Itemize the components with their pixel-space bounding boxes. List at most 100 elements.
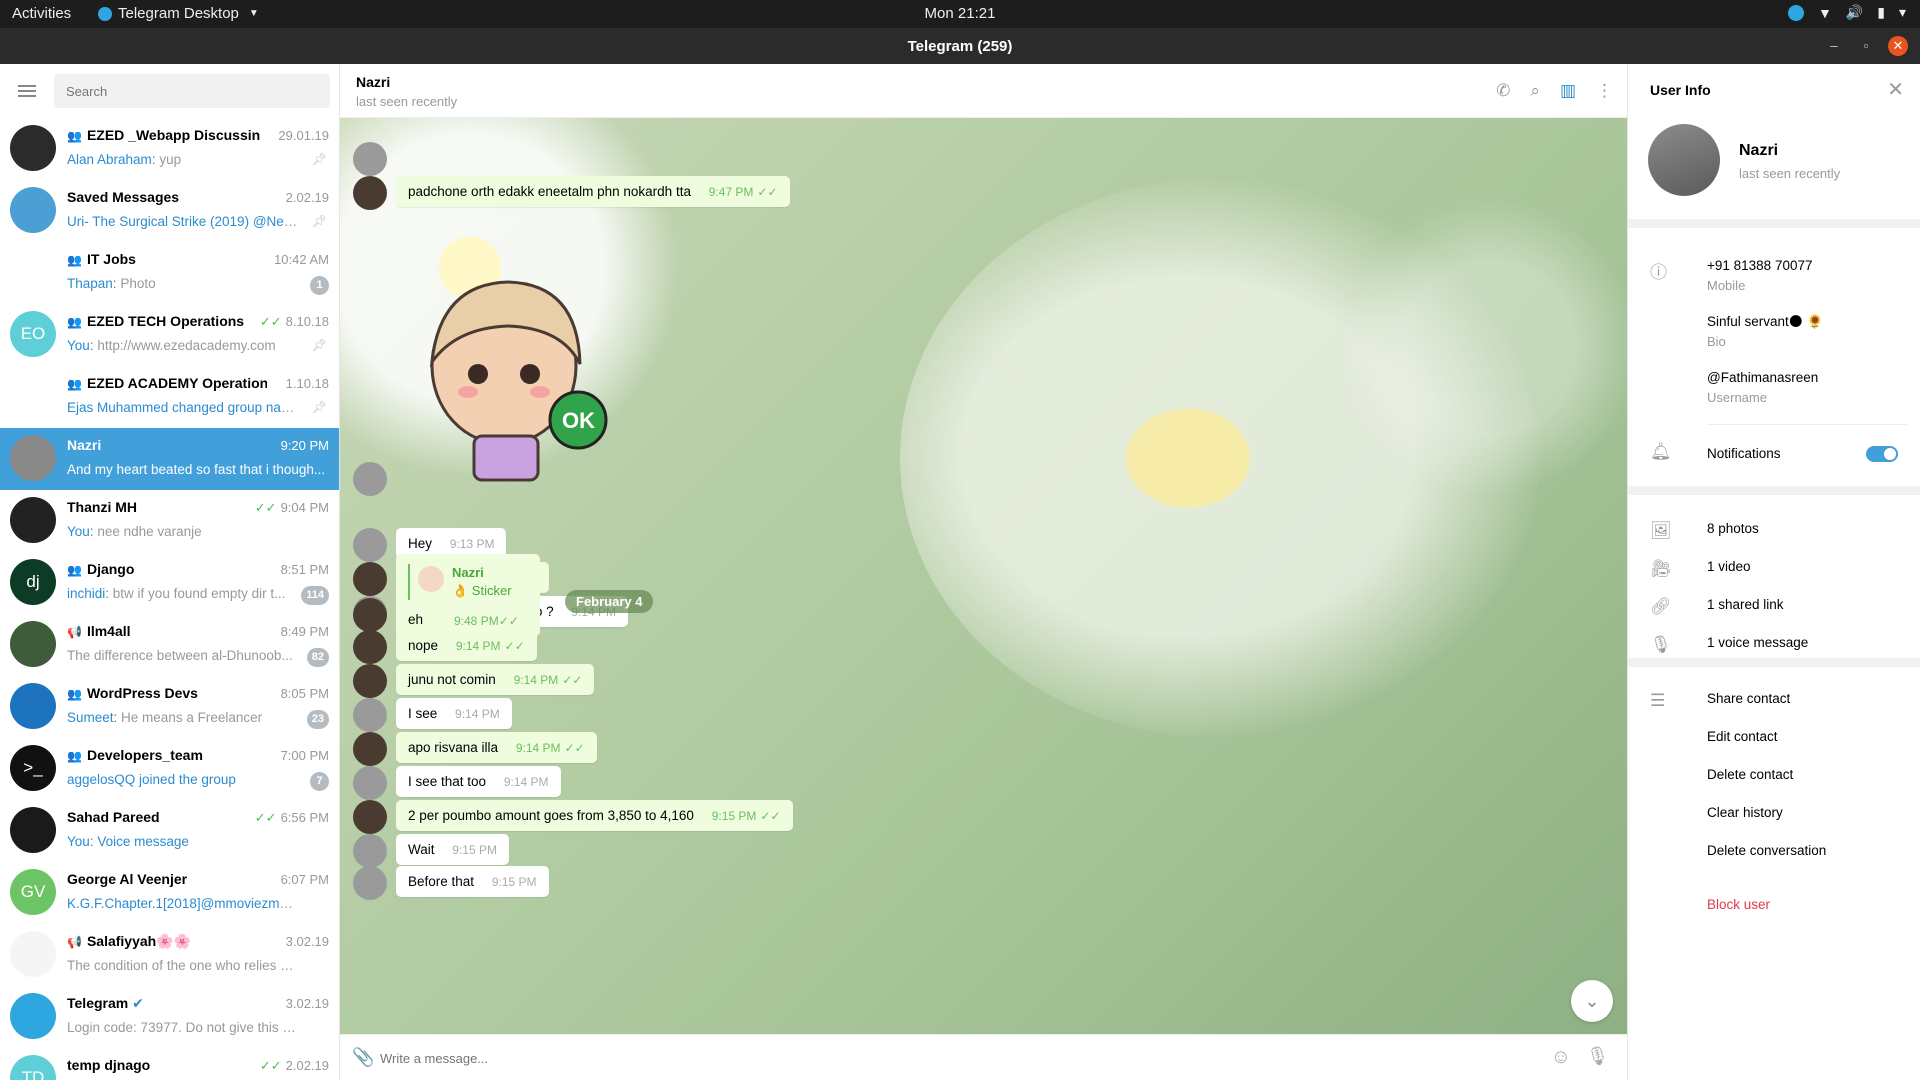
chat-list-item[interactable]: 👥 EZED _Webapp Discussin 29.01.19 Alan Ab… bbox=[0, 118, 339, 180]
sidebar-toggle-icon[interactable]: ▥ bbox=[1560, 81, 1576, 101]
chat-list-item[interactable]: Telegram ✔ 3.02.19 Login code: 73977. Do… bbox=[0, 986, 339, 1048]
double-check-icon: ✓✓ bbox=[254, 810, 277, 825]
chat-preview: Uri- The Surgical Strike (2019) @Netfli.… bbox=[67, 214, 299, 229]
contact-action[interactable]: Delete conversation bbox=[1707, 843, 1826, 858]
avatar[interactable] bbox=[353, 630, 387, 664]
maximize-button[interactable]: ▫ bbox=[1856, 36, 1876, 56]
chat-list-item[interactable]: TD temp djnago ✓✓ 2.02.19 bbox=[0, 1048, 339, 1080]
window-title: Telegram (259) bbox=[907, 38, 1013, 55]
message-bubble[interactable]: Before that 9:15 PM bbox=[396, 866, 549, 897]
bio-text[interactable]: Sinful servant🌑 🌻 bbox=[1707, 314, 1823, 330]
phone-number[interactable]: +91 81388 70077 bbox=[1707, 258, 1812, 273]
chat-list-item[interactable]: 📢 Ilm4all 8:49 PM The difference between … bbox=[0, 614, 339, 676]
avatar[interactable] bbox=[353, 598, 387, 632]
chat-list-item[interactable]: dj 👥 Django 8:51 PM inchidi: btw if you f… bbox=[0, 552, 339, 614]
avatar[interactable] bbox=[353, 834, 387, 868]
message-bubble[interactable]: Wait 9:15 PM bbox=[396, 834, 509, 865]
contact-action[interactable]: Clear history bbox=[1707, 805, 1783, 820]
message-time: 9:15 PM bbox=[491, 875, 537, 889]
message-bubble[interactable]: junu not comin 9:14 PM ✓✓ bbox=[396, 664, 595, 695]
shared-media-item[interactable]: 8 photos bbox=[1707, 521, 1759, 536]
chat-name-label: temp djnago bbox=[67, 1057, 151, 1073]
avatar bbox=[10, 683, 56, 729]
chat-list-item[interactable]: 📢 Salafiyyah🌸🌸 3.02.19 The condition of t… bbox=[0, 924, 339, 986]
message-text: Before that bbox=[408, 874, 475, 889]
contact-action[interactable]: Share contact bbox=[1707, 691, 1790, 706]
avatar[interactable] bbox=[353, 766, 387, 800]
avatar[interactable] bbox=[353, 528, 387, 562]
reply-sender: Nazri bbox=[452, 565, 484, 580]
chat-list-item[interactable]: EO 👥 EZED TECH Operations ✓✓ 8.10.18 You: … bbox=[0, 304, 339, 366]
shared-media-item[interactable]: 1 shared link bbox=[1707, 597, 1784, 612]
chat-list-item[interactable]: 👥 IT Jobs 10:42 AM Thapan: Photo 1 bbox=[0, 242, 339, 304]
conversation-title[interactable]: Nazri bbox=[356, 74, 390, 90]
avatar[interactable] bbox=[353, 698, 387, 732]
close-icon[interactable]: ✕ bbox=[1887, 77, 1904, 102]
menu-icon[interactable] bbox=[0, 82, 54, 100]
shared-media-item[interactable]: 1 voice message bbox=[1707, 635, 1808, 650]
chat-list-item[interactable]: Thanzi MH ✓✓ 9:04 PM You: nee ndhe varanj… bbox=[0, 490, 339, 552]
avatar[interactable] bbox=[353, 142, 387, 176]
system-tray[interactable]: ▼ 🔊 ▮ ▾ bbox=[1787, 4, 1906, 21]
chat-list-item[interactable]: Saved Messages 2.02.19 Uri- The Surgical… bbox=[0, 180, 339, 242]
avatar[interactable] bbox=[353, 732, 387, 766]
notifications-toggle[interactable] bbox=[1866, 446, 1898, 462]
window-titlebar: Telegram (259) – ▫ ✕ bbox=[0, 28, 1920, 64]
message-bubble[interactable]: apo risvana illa 9:14 PM ✓✓ bbox=[396, 732, 597, 763]
attach-icon[interactable]: 📎 bbox=[352, 1047, 374, 1068]
message-input[interactable] bbox=[380, 1045, 1480, 1071]
unread-badge: 114 bbox=[301, 586, 329, 605]
close-window-button[interactable]: ✕ bbox=[1888, 36, 1908, 56]
avatar-initials: EO bbox=[20, 324, 46, 343]
chat-name-label: George Al Veenjer bbox=[67, 871, 188, 887]
avatar[interactable] bbox=[1648, 124, 1720, 196]
contact-action[interactable]: Edit contact bbox=[1707, 729, 1778, 744]
phone-icon[interactable]: ✆ bbox=[1496, 81, 1510, 101]
chat-name-label: Salafiyyah🌸🌸 bbox=[86, 933, 192, 949]
microphone-icon[interactable]: 🎙 bbox=[1586, 1046, 1609, 1067]
message-bubble[interactable]: 2 per poumbo amount goes from 3,850 to 4… bbox=[396, 800, 793, 831]
chat-preview: You: http://www.ezedacademy.com bbox=[67, 338, 276, 353]
message-bubble[interactable]: padchone orth edakk eneetalm phn nokardh… bbox=[396, 176, 790, 207]
search-input[interactable] bbox=[54, 74, 330, 108]
chat-list-item[interactable]: 👥 EZED ACADEMY Operations 1.10.18 Ejas Mu… bbox=[0, 366, 339, 428]
avatar[interactable] bbox=[353, 866, 387, 900]
more-icon[interactable]: ⋮ bbox=[1596, 81, 1613, 101]
chat-time: 2.02.19 bbox=[285, 190, 329, 205]
username-text[interactable]: @Fathimanasreen bbox=[1707, 370, 1818, 385]
chat-list-item[interactable]: GV George Al Veenjer 6:07 PM K.G.F.Chapt… bbox=[0, 862, 339, 924]
phone-label: Mobile bbox=[1707, 278, 1746, 293]
block-user-button[interactable]: Block user bbox=[1707, 897, 1770, 912]
reply-message-bubble[interactable]: Nazri 👌 Sticker eh 9:48 PM✓✓ bbox=[396, 554, 540, 636]
avatar[interactable] bbox=[353, 562, 387, 596]
date-separator: February 4 bbox=[565, 590, 654, 613]
chat-name: Thanzi MH bbox=[67, 499, 137, 515]
emoji-icon[interactable]: ☺ bbox=[1551, 1046, 1571, 1069]
notifications-label: Notifications bbox=[1707, 446, 1781, 461]
minimize-button[interactable]: – bbox=[1824, 36, 1844, 56]
avatar[interactable] bbox=[353, 462, 387, 496]
message-bubble[interactable]: I see 9:14 PM bbox=[396, 698, 512, 729]
chat-list-item[interactable]: Nazri 9:20 PM And my heart beated so fas… bbox=[0, 428, 339, 490]
message-bubble[interactable]: I see that too 9:14 PM bbox=[396, 766, 561, 797]
chat-list-item[interactable]: 👥 WordPress Devs 8:05 PM Sumeet: He means… bbox=[0, 676, 339, 738]
message-time: 9:14 PM bbox=[513, 673, 559, 687]
telegram-tray-icon[interactable] bbox=[1787, 4, 1804, 21]
search-icon[interactable]: ⌕ bbox=[1530, 81, 1540, 101]
scroll-down-button[interactable]: ⌄ bbox=[1571, 980, 1613, 1022]
avatar[interactable] bbox=[353, 800, 387, 834]
shared-media-item[interactable]: 1 video bbox=[1707, 559, 1751, 574]
message-area[interactable]: OK padchone orth edakk eneetalm phn noka… bbox=[340, 118, 1627, 1034]
chat-name-label: EZED ACADEMY Operations bbox=[86, 375, 267, 391]
message-text: Wait bbox=[408, 842, 435, 857]
chat-list-item[interactable]: >_ 👥 Developers_team 7:00 PM aggelosQQ jo… bbox=[0, 738, 339, 800]
avatar[interactable] bbox=[353, 176, 387, 210]
chat-list-item[interactable]: Sahad Pareed ✓✓ 6:56 PM You: Voice messag… bbox=[0, 800, 339, 862]
avatar[interactable] bbox=[353, 664, 387, 698]
chat-name-label: EZED TECH Operations bbox=[86, 313, 245, 329]
ok-sticker[interactable]: OK bbox=[412, 266, 612, 486]
clock[interactable]: Mon 21:21 bbox=[0, 5, 1920, 22]
contact-action[interactable]: Delete contact bbox=[1707, 767, 1793, 782]
chat-name: 👥 IT Jobs bbox=[67, 251, 136, 267]
message-text: Hey bbox=[408, 536, 433, 551]
